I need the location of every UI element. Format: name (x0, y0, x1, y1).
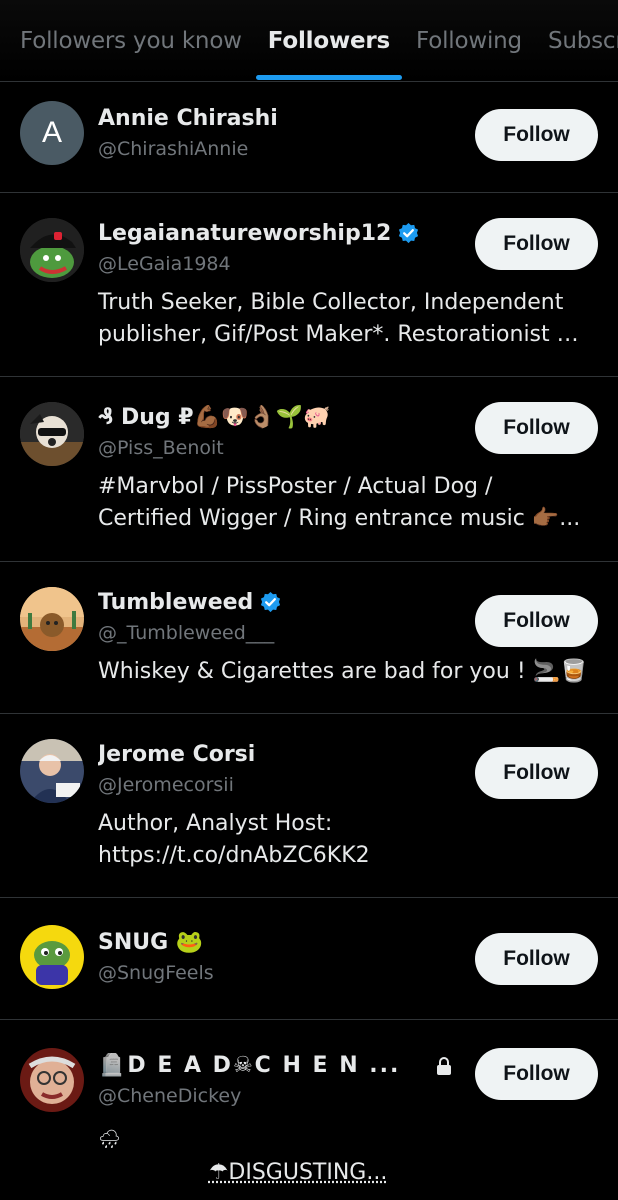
profile-tabs: Followers you know Followers Following S… (0, 0, 618, 82)
avatar-image (20, 925, 84, 989)
list-item[interactable]: Legaianatureworship12 @LeGaia1984 Truth … (0, 193, 618, 377)
bio-line: 🌧 (98, 1129, 121, 1150)
avatar-image (20, 402, 84, 466)
user-bio: 🌧 ☂DISGUSTING... (98, 1129, 598, 1189)
verified-badge-icon (261, 591, 281, 613)
avatar-image (20, 739, 84, 803)
follow-button[interactable]: Follow (475, 218, 598, 270)
list-item[interactable]: 🪦D E A D☠C H E N ... @CheneDickey 🌧 ☂DIS… (0, 1020, 618, 1200)
avatar[interactable] (20, 1048, 84, 1112)
follow-button[interactable]: Follow (475, 933, 598, 985)
bio-line: Whiskey & Cigarettes are bad for you ! 🚬… (98, 659, 588, 684)
tab-followers[interactable]: Followers (255, 28, 403, 80)
user-name[interactable]: Legaianatureworship12 (98, 221, 391, 246)
user-name[interactable]: ₰ Dug ₽💪🏾🐶👌🏽🌱🐖 (98, 405, 331, 430)
avatar-initial: A (41, 116, 62, 149)
user-bio: Truth Seeker, Bible Collector, Independe… (98, 287, 598, 351)
list-item[interactable]: Tumbleweed @_Tumbleweed___ Whiskey & Cig… (0, 562, 618, 714)
bio-line: publisher, Gif/Post Maker*. Restorationi… (98, 322, 588, 347)
user-name[interactable]: SNUG 🐸 (98, 930, 203, 955)
follow-button[interactable]: Follow (475, 402, 598, 454)
list-item[interactable]: Jerome Corsi @Jeromecorsii Author, Analy… (0, 714, 618, 898)
avatar[interactable] (20, 402, 84, 466)
lock-icon (437, 1056, 452, 1075)
bio-line: Certified Wigger / Ring entrance music 👉… (98, 506, 581, 531)
user-bio: Author, Analyst Host: https://t.co/dnAbZ… (98, 808, 598, 872)
list-item[interactable]: SNUG 🐸 @SnugFeels Follow (0, 898, 618, 1020)
avatar[interactable]: A (20, 101, 84, 165)
follow-button[interactable]: Follow (475, 109, 598, 161)
bio-line: #Marvbol / PissPoster / Actual Dog / (98, 474, 493, 499)
tab-followers-you-know[interactable]: Followers you know (20, 28, 242, 54)
bio-line: Truth Seeker, Bible Collector, Independe… (98, 290, 564, 315)
bio-link[interactable]: https://t.co/dnAbZC6KK2 (98, 840, 588, 872)
follow-button[interactable]: Follow (475, 747, 598, 799)
list-item[interactable]: A Annie Chirashi @ChirashiAnnie Follow (0, 82, 618, 193)
verified-badge-icon (399, 222, 419, 244)
user-name[interactable]: 🪦D E A D☠C H E N ... (98, 1053, 400, 1078)
user-name[interactable]: Annie Chirashi (98, 106, 278, 131)
bio-line: Author, Analyst Host: (98, 811, 333, 836)
user-bio: #Marvbol / PissPoster / Actual Dog / Cer… (98, 471, 598, 535)
avatar[interactable] (20, 218, 84, 282)
avatar[interactable] (20, 739, 84, 803)
avatar-image (20, 1048, 84, 1112)
follow-button[interactable]: Follow (475, 595, 598, 647)
avatar-image (20, 587, 84, 651)
avatar[interactable] (20, 587, 84, 651)
avatar[interactable] (20, 925, 84, 989)
follow-button[interactable]: Follow (475, 1048, 598, 1100)
user-name[interactable]: Jerome Corsi (98, 742, 255, 767)
user-bio: Whiskey & Cigarettes are bad for you ! 🚬… (98, 656, 598, 688)
tab-following[interactable]: Following (416, 28, 522, 54)
avatar-image (20, 218, 84, 282)
tab-subscriptions[interactable]: Subscri (548, 28, 618, 54)
bio-line: ☂DISGUSTING... (208, 1160, 388, 1185)
list-item[interactable]: ₰ Dug ₽💪🏾🐶👌🏽🌱🐖 @Piss_Benoit #Marvbol / P… (0, 377, 618, 562)
user-name[interactable]: Tumbleweed (98, 590, 253, 615)
